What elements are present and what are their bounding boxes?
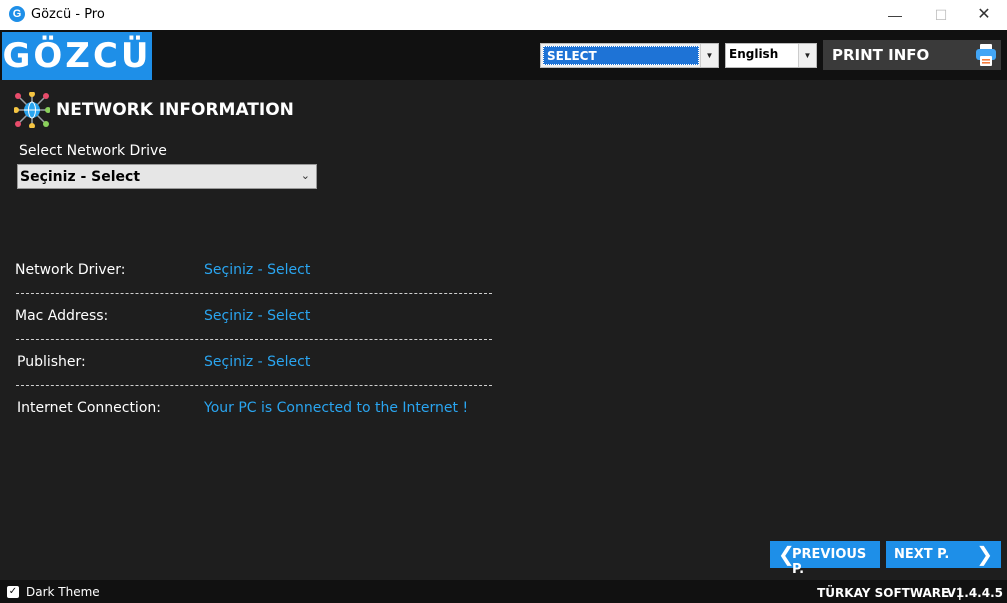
dark-theme-label[interactable]: Dark Theme xyxy=(26,585,100,599)
next-page-button[interactable]: NEXT P. ❯ xyxy=(886,541,1001,568)
app-logo: GÖZCÜ xyxy=(2,32,152,80)
minimize-button[interactable]: — xyxy=(872,0,918,30)
company-name: TÜRKAY SOFTWARE | xyxy=(817,586,962,600)
network-driver-label: Network Driver: xyxy=(15,262,126,278)
status-bar: ✓ Dark Theme TÜRKAY SOFTWARE | V1.4.4.5 xyxy=(0,580,1007,603)
section-title: NETWORK INFORMATION xyxy=(56,100,294,120)
internet-connection-label: Internet Connection: xyxy=(17,400,161,416)
publisher-label: Publisher: xyxy=(17,354,86,370)
publisher-value: Seçiniz - Select xyxy=(204,354,311,370)
language-value: English xyxy=(729,47,779,61)
header-bar: GÖZCÜ SELECT ▼ English ▼ PRINT INFO xyxy=(0,30,1007,80)
network-icon xyxy=(14,92,50,128)
dropdown-arrow-icon[interactable]: ▼ xyxy=(798,44,816,67)
previous-page-button[interactable]: ❮ PREVIOUS P. xyxy=(770,541,880,577)
maximize-icon: ☐ xyxy=(934,7,948,23)
maximize-button[interactable]: ☐ xyxy=(918,0,964,30)
previous-page-label: PREVIOUS P. xyxy=(792,547,867,577)
checkbox-icon: ✓ xyxy=(8,586,18,597)
network-drive-dropdown[interactable]: Seçiniz - Select ⌄ xyxy=(17,164,317,189)
close-button[interactable]: ✕ xyxy=(961,0,1007,30)
divider xyxy=(16,339,492,340)
printer-icon xyxy=(976,44,996,66)
next-page-label: NEXT P. xyxy=(894,547,950,562)
minimize-icon: — xyxy=(888,7,902,23)
language-dropdown[interactable]: English ▼ xyxy=(725,43,817,68)
internet-connection-value: Your PC is Connected to the Internet ! xyxy=(204,400,469,416)
drive-select-label: Select Network Drive xyxy=(19,143,167,159)
mac-address-value: Seçiniz - Select xyxy=(204,308,311,324)
print-info-button[interactable]: PRINT INFO xyxy=(823,40,1001,70)
app-window: G Gözcü - Pro — ☐ ✕ GÖZCÜ SELECT ▼ Engli… xyxy=(0,0,1007,603)
network-drive-value: Seçiniz - Select xyxy=(20,169,141,185)
window-title: Gözcü - Pro xyxy=(31,7,105,22)
network-driver-value: Seçiniz - Select xyxy=(204,262,311,278)
close-icon: ✕ xyxy=(977,6,991,23)
divider xyxy=(16,385,492,386)
report-select-value: SELECT xyxy=(543,46,699,65)
app-g-icon: G xyxy=(9,6,25,22)
version-label: V1.4.4.5 xyxy=(946,586,1003,600)
chevron-down-icon: ⌄ xyxy=(300,170,310,182)
report-select-dropdown[interactable]: SELECT ▼ xyxy=(540,43,719,68)
dropdown-arrow-icon[interactable]: ▼ xyxy=(700,44,718,67)
chevron-right-icon: ❯ xyxy=(976,542,993,566)
divider xyxy=(16,293,492,294)
mac-address-label: Mac Address: xyxy=(15,308,109,324)
title-bar: G Gözcü - Pro — ☐ ✕ xyxy=(0,0,1007,30)
print-info-label: PRINT INFO xyxy=(832,46,930,64)
dark-theme-checkbox[interactable]: ✓ xyxy=(7,586,19,598)
